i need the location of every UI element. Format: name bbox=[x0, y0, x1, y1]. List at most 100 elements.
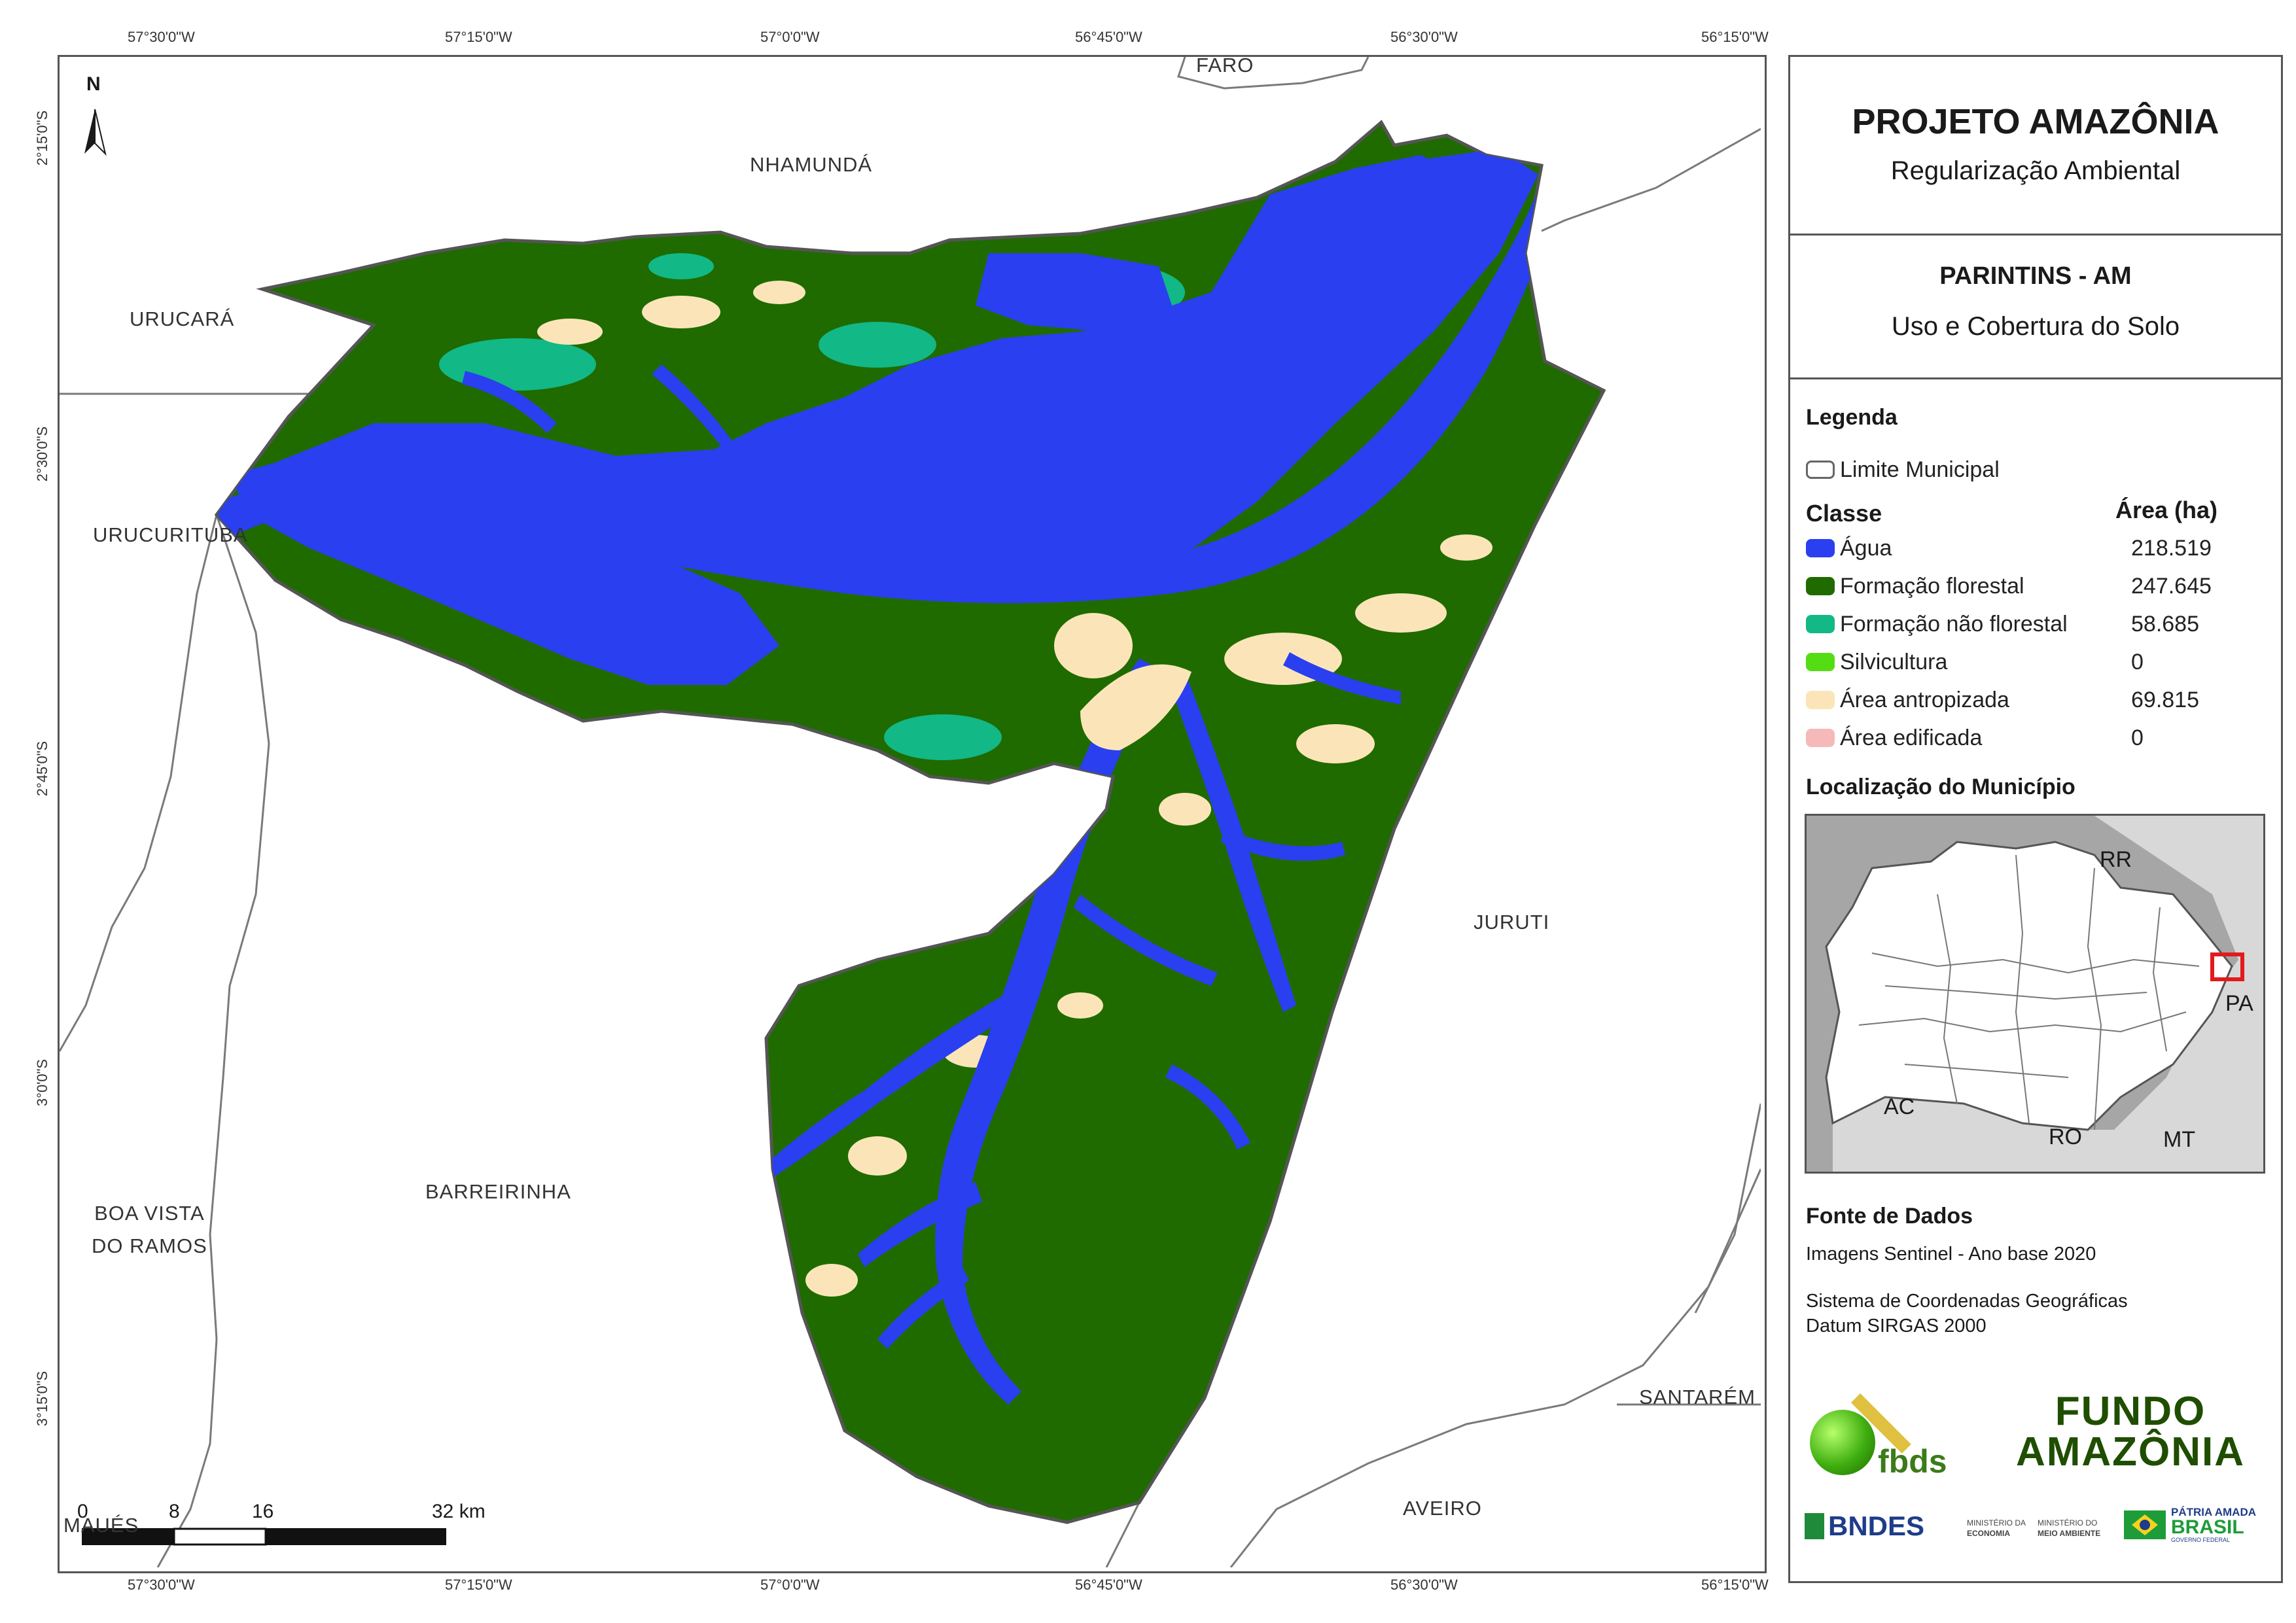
class-swatch bbox=[1806, 615, 1835, 633]
bndes-mark-icon bbox=[1805, 1513, 1824, 1539]
location-title: Localização do Município bbox=[1806, 775, 2075, 799]
class-value: 69.815 bbox=[2131, 687, 2199, 712]
patria-line2: BRASIL bbox=[2171, 1516, 2244, 1538]
coord-top-1: 57°30'0"W bbox=[128, 29, 195, 45]
class-value: 58.685 bbox=[2131, 611, 2199, 637]
scale-label-8: 8 bbox=[169, 1501, 180, 1522]
land-cover-map bbox=[60, 57, 1761, 1567]
coord-top-5: 56°30'0"W bbox=[1390, 29, 1458, 45]
muni-label-boa-vista-line1: BOA VISTA bbox=[94, 1202, 205, 1225]
min-economia-line1: MINISTÉRIO DA bbox=[1967, 1518, 2026, 1527]
inset-label-pa: PA bbox=[2225, 991, 2253, 1016]
scale-label-32: 32 km bbox=[432, 1501, 486, 1522]
inset-label-mt: MT bbox=[2163, 1127, 2196, 1152]
coord-bottom-5: 56°30'0"W bbox=[1390, 1577, 1458, 1593]
class-swatch bbox=[1806, 691, 1835, 709]
fbds-globe-icon bbox=[1810, 1410, 1875, 1475]
class-label: Formação florestal bbox=[1840, 573, 2024, 599]
min-ambiente-logo: MINISTÉRIO DO MEIO AMBIENTE bbox=[2038, 1518, 2100, 1539]
legend-row-formacao-nao-florestal: Formação não florestal 58.685 bbox=[1806, 610, 2277, 638]
legend-row-limit: Limite Municipal bbox=[1806, 456, 2000, 483]
fbds-text: fbds bbox=[1878, 1443, 1947, 1480]
patria-line3: GOVERNO FEDERAL bbox=[2171, 1537, 2231, 1543]
scale-label-16: 16 bbox=[252, 1501, 274, 1522]
coord-left-3: 2°45'0"S bbox=[34, 741, 50, 797]
muni-label-maues: MAUÉS bbox=[63, 1514, 139, 1537]
fbds-logo: fbds bbox=[1810, 1372, 1954, 1483]
limit-swatch bbox=[1806, 461, 1835, 479]
fundo-amazonia-logo: FUNDO AMAZÔNIA bbox=[1987, 1391, 2274, 1476]
inset-label-rr: RR bbox=[2100, 847, 2132, 872]
coord-left-2: 2°30'0"S bbox=[34, 426, 50, 482]
min-ambiente-line2: MEIO AMBIENTE bbox=[2038, 1528, 2101, 1538]
source-line-3: Datum SIRGAS 2000 bbox=[1806, 1316, 1987, 1336]
coord-left-1: 2°15'0"S bbox=[34, 110, 50, 166]
source-title: Fonte de Dados bbox=[1806, 1204, 1973, 1229]
coord-top-6: 56°15'0"W bbox=[1701, 29, 1769, 45]
legend-title: Legenda bbox=[1806, 405, 1898, 430]
muni-label-juruti: JURUTI bbox=[1474, 911, 1550, 934]
muni-label-aveiro: AVEIRO bbox=[1403, 1497, 1482, 1520]
class-label: Silvicultura bbox=[1840, 649, 1948, 674]
class-swatch bbox=[1806, 577, 1835, 595]
source-line-2: Sistema de Coordenadas Geográficas bbox=[1806, 1291, 2128, 1312]
class-value: 0 bbox=[2131, 649, 2144, 674]
class-label: Formação não florestal bbox=[1840, 611, 2068, 637]
map-title: PARINTINS - AM bbox=[1939, 262, 2132, 290]
info-panel: PROJETO AMAZÔNIA Regularização Ambiental… bbox=[1788, 55, 2283, 1583]
muni-label-santarem: SANTARÉM bbox=[1639, 1386, 1756, 1408]
legend-row-area-edificada: Área edificada 0 bbox=[1806, 724, 2277, 752]
area-header: Área (ha) bbox=[2115, 497, 2218, 523]
min-economia-logo: MINISTÉRIO DA ECONOMIA bbox=[1967, 1518, 2026, 1539]
location-inset: RR PA AC RO MT bbox=[1805, 814, 2265, 1174]
muni-label-nhamunda: NHAMUNDÁ bbox=[750, 153, 873, 176]
class-swatch bbox=[1806, 653, 1835, 671]
min-ambiente-line1: MINISTÉRIO DO bbox=[2038, 1518, 2098, 1527]
coord-bottom-3: 57°0'0"W bbox=[760, 1577, 820, 1593]
bndes-logo: BNDES bbox=[1805, 1510, 1924, 1542]
legend-row-agua: Água 218.519 bbox=[1806, 534, 2277, 562]
north-arrow-label: N bbox=[86, 73, 101, 95]
muni-label-boa-vista-line2: DO RAMOS bbox=[92, 1234, 207, 1257]
fundo-line1: FUNDO bbox=[2055, 1389, 2206, 1434]
map-subtitle: Uso e Cobertura do Solo bbox=[1891, 312, 2180, 341]
coord-bottom-6: 56°15'0"W bbox=[1701, 1577, 1769, 1593]
project-title: PROJETO AMAZÔNIA bbox=[1852, 102, 2219, 141]
class-label: Água bbox=[1840, 535, 1892, 561]
source-line-1: Imagens Sentinel - Ano base 2020 bbox=[1806, 1244, 2096, 1265]
muni-label-urucurituba: URUCURITUBA bbox=[93, 523, 248, 546]
class-value: 218.519 bbox=[2131, 535, 2212, 561]
class-value: 247.645 bbox=[2131, 573, 2212, 599]
class-swatch bbox=[1806, 729, 1835, 747]
coord-top-2: 57°15'0"W bbox=[445, 29, 512, 45]
legend-row-area-antropizada: Área antropizada 69.815 bbox=[1806, 686, 2277, 714]
brazil-flag-icon bbox=[2124, 1510, 2166, 1539]
coord-bottom-1: 57°30'0"W bbox=[128, 1577, 195, 1593]
class-value: 0 bbox=[2131, 725, 2144, 750]
legend-row-formacao-florestal: Formação florestal 247.645 bbox=[1806, 572, 2277, 600]
class-header: Classe bbox=[1806, 500, 1882, 527]
fundo-line2: AMAZÔNIA bbox=[2015, 1429, 2246, 1475]
north-arrow-icon bbox=[84, 109, 107, 156]
coord-bottom-2: 57°15'0"W bbox=[445, 1577, 512, 1593]
min-economia-line2: ECONOMIA bbox=[1967, 1528, 2010, 1538]
bndes-text: BNDES bbox=[1828, 1510, 1925, 1541]
coord-top-3: 57°0'0"W bbox=[760, 29, 820, 45]
inset-map-svg bbox=[1807, 816, 2263, 1172]
limit-label: Limite Municipal bbox=[1840, 457, 2000, 482]
legend-row-silvicultura: Silvicultura 0 bbox=[1806, 648, 2277, 676]
panel-divider-2 bbox=[1790, 377, 2281, 379]
coord-bottom-4: 56°45'0"W bbox=[1075, 1577, 1142, 1593]
patria-amada-logo: PÁTRIA AMADA BRASIL GOVERNO FEDERAL bbox=[2124, 1507, 2256, 1543]
project-subtitle: Regularização Ambiental bbox=[1890, 156, 2181, 185]
coord-top-4: 56°45'0"W bbox=[1075, 29, 1142, 45]
coord-left-5: 3°15'0"S bbox=[34, 1370, 50, 1427]
muni-label-barreirinha: BARREIRINHA bbox=[425, 1180, 571, 1203]
coord-left-4: 3°0'0"S bbox=[34, 1058, 50, 1107]
muni-label-boa-vista-do-ramos: BOA VISTA DO RAMOS bbox=[92, 1197, 207, 1262]
panel-divider-1 bbox=[1790, 234, 2281, 236]
muni-label-faro: FARO bbox=[1196, 54, 1254, 77]
class-label: Área antropizada bbox=[1840, 687, 2009, 712]
class-swatch bbox=[1806, 539, 1835, 557]
inset-label-ac: AC bbox=[1884, 1094, 1915, 1119]
